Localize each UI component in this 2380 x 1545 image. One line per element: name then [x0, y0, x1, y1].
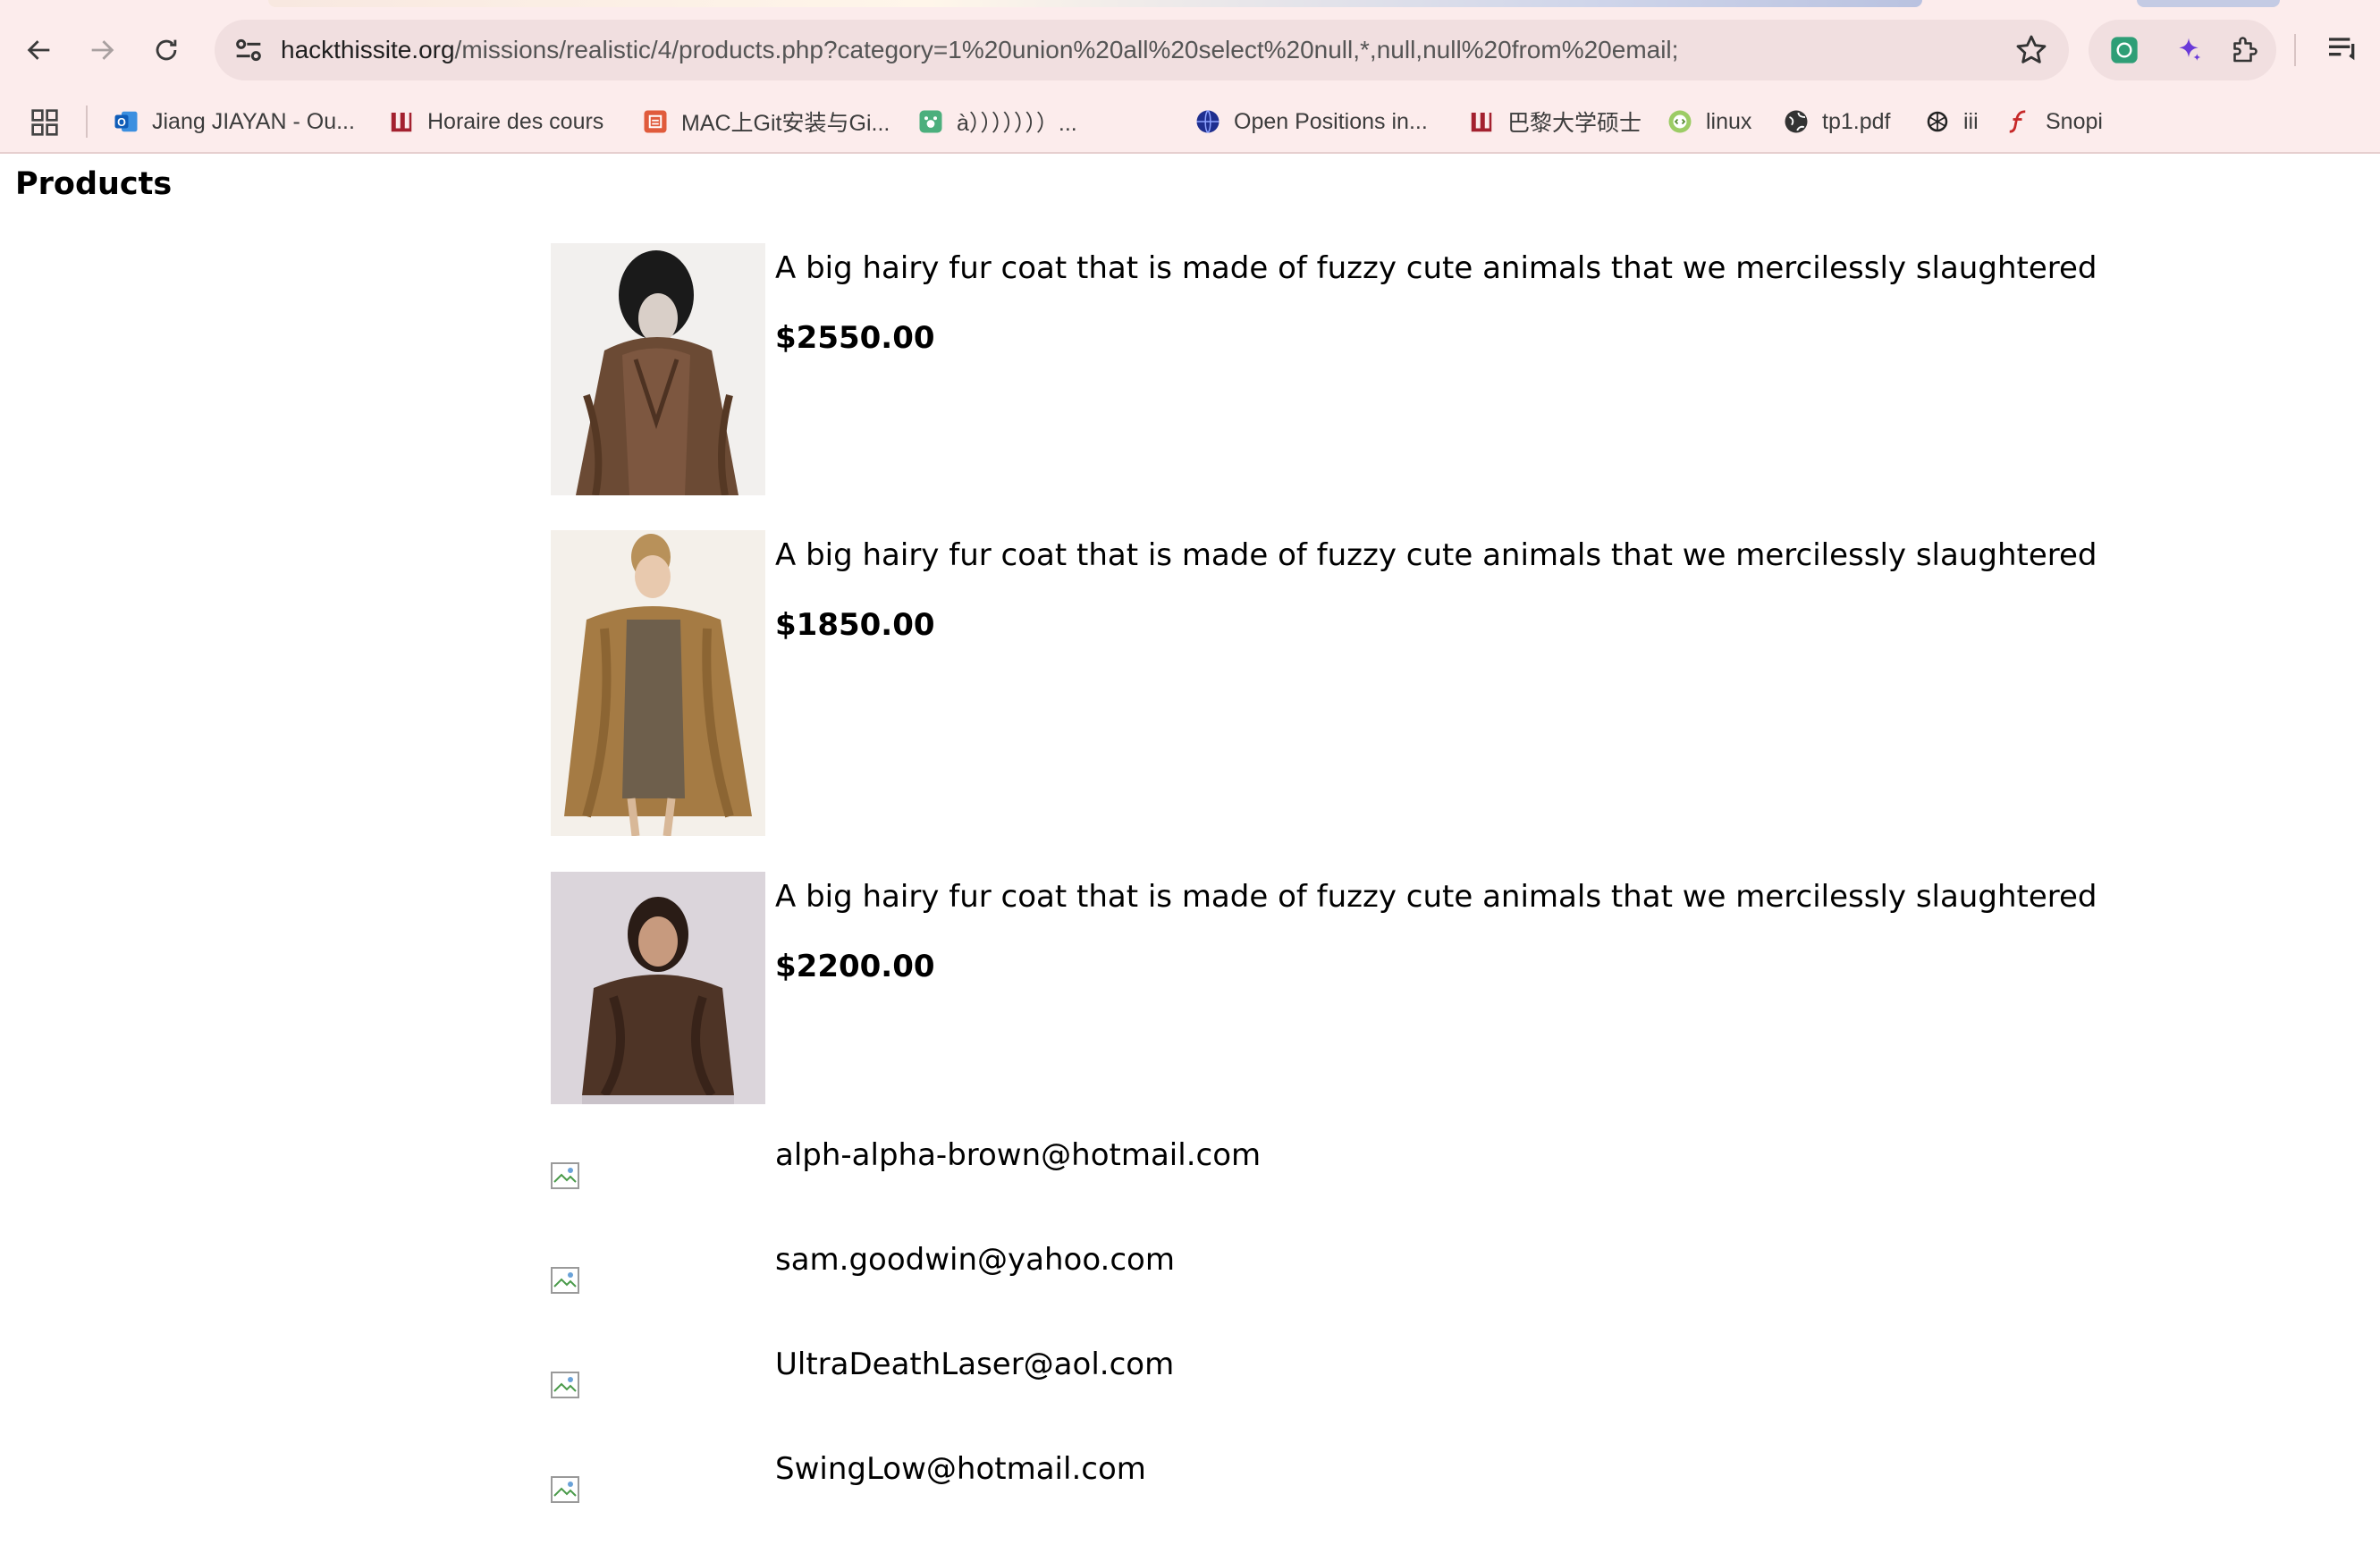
reload-button[interactable]	[138, 21, 195, 79]
product-image[interactable]	[551, 530, 765, 836]
email-text: sam.goodwin@yahoo.com	[775, 1242, 1175, 1278]
broken-image-icon	[551, 1372, 579, 1398]
puzzle-icon	[2233, 37, 2258, 63]
extensions-group	[2089, 20, 2276, 80]
result-row: UltraDeathLaser@aol.com	[551, 1347, 2160, 1427]
product-image[interactable]	[551, 243, 765, 495]
bookmark-item[interactable]: Open Positions in...	[1194, 98, 1428, 145]
paw-icon	[917, 108, 944, 135]
globe-logo-icon	[1194, 108, 1221, 135]
page-title: Products	[15, 166, 173, 202]
product-image[interactable]	[551, 872, 765, 1104]
arrow-left-icon	[27, 40, 50, 60]
jianshu-icon	[642, 108, 669, 135]
result-row: sam.goodwin@yahoo.com	[551, 1242, 2160, 1322]
url-path: /missions/realistic/4/products.php?categ…	[454, 36, 1679, 63]
product-price: $2200.00	[775, 949, 935, 984]
tab-strip-edge	[268, 0, 1922, 7]
product-row: A big hairy fur coat that is made of fuz…	[551, 243, 2160, 495]
product-row: A big hairy fur coat that is made of fuz…	[551, 530, 2160, 836]
bookmark-item[interactable]: iii	[1924, 98, 1979, 145]
broken-image-icon	[551, 1476, 579, 1503]
url-host: hackthissite.org	[281, 36, 455, 63]
email-text: alph-alpha-brown@hotmail.com	[775, 1137, 1262, 1173]
broken-image-icon	[551, 1162, 579, 1189]
bookmark-star-icon[interactable]	[2013, 32, 2049, 68]
university-logo-icon	[1468, 108, 1495, 135]
flash-icon	[2006, 108, 2033, 135]
tab-strip-edge-right	[2137, 0, 2280, 7]
address-bar[interactable]: hackthissite.org/missions/realistic/4/pr…	[215, 20, 2069, 80]
product-description: A big hairy fur coat that is made of fuz…	[775, 879, 2097, 915]
globe-icon	[1783, 108, 1810, 135]
bookmark-label: à）））））））...	[957, 111, 1077, 136]
sparkle-icon	[2179, 38, 2201, 61]
code-badge-icon	[1667, 108, 1693, 135]
bookmark-label: Open Positions in...	[1234, 108, 1428, 134]
university-logo-icon	[388, 108, 415, 135]
extensions-button[interactable]	[2226, 32, 2262, 68]
bookmark-label: tp1.pdf	[1822, 108, 1891, 134]
product-description: A big hairy fur coat that is made of fuz…	[775, 537, 2097, 573]
bookmark-label: Snopi	[2046, 108, 2103, 134]
arrow-right-icon	[91, 40, 114, 60]
product-row: A big hairy fur coat that is made of fuz…	[551, 872, 2160, 1104]
bookmark-item[interactable]: linux	[1667, 98, 1751, 145]
bookmark-label: iii	[1963, 108, 1979, 134]
bookmark-label: linux	[1706, 108, 1752, 134]
bookmark-item[interactable]: Horaire des cours	[388, 98, 603, 145]
product-price: $1850.00	[775, 607, 935, 643]
result-row: alph-alpha-brown@hotmail.com	[551, 1137, 2160, 1218]
toolbar-divider	[2294, 34, 2296, 66]
reading-list-icon[interactable]	[2325, 30, 2360, 66]
bookmark-label: 巴黎大学硕士	[1507, 111, 1642, 136]
bookmark-item[interactable]: à）））））））...	[917, 98, 1077, 145]
chatgpt-extension-button[interactable]	[2106, 32, 2142, 68]
forward-button[interactable]	[73, 21, 131, 79]
email-text: UltraDeathLaser@aol.com	[775, 1347, 1175, 1382]
outlook-icon: O	[113, 108, 139, 135]
bookmark-item[interactable]: 巴黎大学硕士	[1468, 98, 1642, 145]
reload-icon	[156, 39, 177, 61]
product-description: A big hairy fur coat that is made of fuz…	[775, 250, 2097, 286]
site-settings-icon[interactable]	[231, 32, 266, 68]
bookmark-label: Jiang JIAYAN - Ou...	[152, 108, 355, 134]
browser-toolbar: hackthissite.org/missions/realistic/4/pr…	[0, 0, 2380, 154]
email-text: SwingLow@hotmail.com	[775, 1451, 1146, 1487]
openai-icon	[1924, 108, 1951, 135]
product-price: $2550.00	[775, 320, 935, 356]
result-row: SwingLow@hotmail.com	[551, 1451, 2160, 1532]
gemini-extension-button[interactable]	[2171, 32, 2207, 68]
chatgpt-icon	[2111, 37, 2138, 63]
back-button[interactable]	[11, 21, 68, 79]
broken-image-icon	[551, 1267, 579, 1294]
bookmark-label: Horaire des cours	[427, 108, 604, 134]
bookmark-item[interactable]: tp1.pdf	[1783, 98, 1890, 145]
bookmark-label: MAC上Git安装与Gi...	[681, 111, 890, 136]
bookmark-item[interactable]: MAC上Git安装与Gi...	[642, 98, 890, 145]
url-text[interactable]: hackthissite.org/missions/realistic/4/pr…	[281, 20, 1678, 80]
bookmark-item[interactable]: O Jiang JIAYAN - Ou...	[113, 98, 355, 145]
bookmarks-bar: O Jiang JIAYAN - Ou... Horaire des cours…	[0, 98, 2380, 145]
bookmark-item[interactable]: Snopi	[2006, 98, 2103, 145]
svg-text:O: O	[117, 116, 126, 129]
